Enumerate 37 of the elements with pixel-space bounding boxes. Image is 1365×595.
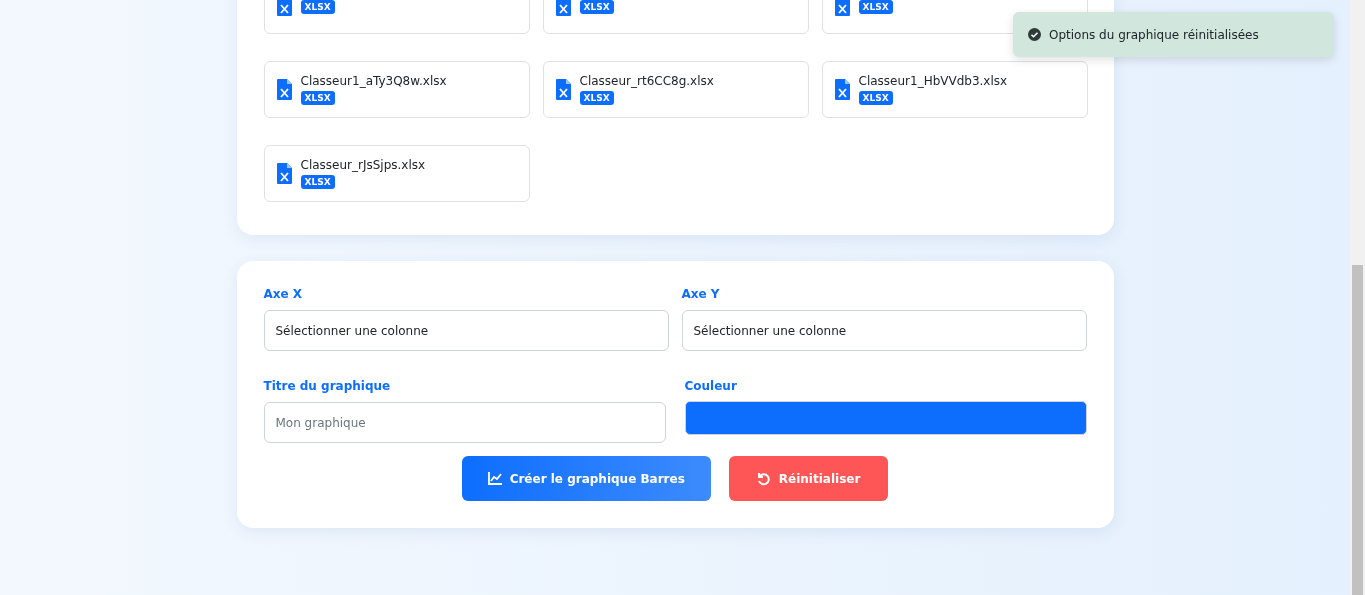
spreadsheet-file-icon (555, 79, 571, 100)
spreadsheet-file-icon (276, 79, 292, 100)
file-type-badge: XLSX (300, 0, 335, 14)
spreadsheet-file-icon (276, 163, 292, 184)
file-type-badge: XLSX (858, 0, 893, 14)
column-select[interactable]: Sélectionner une colonne (263, 310, 669, 351)
file-name: Classeur1_HbVVdb3.xlsx (858, 74, 1008, 88)
file-card[interactable]: Classeur1_HbVVdb3.xlsx XLSX (821, 61, 1088, 118)
line-chart-icon (487, 472, 502, 485)
spreadsheet-file-icon (834, 79, 850, 100)
file-type-badge: XLSX (300, 175, 335, 189)
field-label: Axe Y (681, 287, 721, 301)
color-picker[interactable] (684, 401, 1087, 435)
input-field[interactable]: Mon graphique (263, 402, 666, 443)
spreadsheet-file-icon (834, 0, 850, 16)
undo-icon (756, 471, 771, 486)
file-card[interactable]: Classeur1_aTy3Q8w.xlsx XLSX (263, 61, 530, 118)
file-card[interactable]: Classeur_rt6CC8g.xlsx XLSX (542, 61, 809, 118)
file-card[interactable]: XLSX (542, 0, 809, 34)
column-select[interactable]: Sélectionner une colonne (681, 310, 1087, 351)
field-label: Axe X (263, 287, 304, 301)
field-label: Couleur (684, 379, 738, 393)
spreadsheet-file-icon (276, 0, 292, 16)
file-type-badge: XLSX (579, 0, 614, 14)
file-name: Classeur1_aTy3Q8w.xlsx (300, 74, 447, 88)
scrollbar[interactable] (1350, 0, 1365, 595)
file-type-badge: XLSX (300, 91, 335, 105)
check-circle-icon (1028, 28, 1041, 41)
file-name: Classeur_rJsSjps.xlsx (300, 158, 426, 172)
file-type-badge: XLSX (858, 91, 893, 105)
file-card[interactable]: Classeur_rJsSjps.xlsx XLSX (263, 145, 530, 202)
file-name: Classeur_rt6CC8g.xlsx (579, 74, 714, 88)
file-type-badge: XLSX (579, 91, 614, 105)
field-label: Titre du graphique (263, 379, 392, 393)
create-chart-button[interactable]: Créer le graphique Barres (461, 456, 711, 501)
file-card[interactable]: XLSX (263, 0, 530, 34)
spreadsheet-file-icon (555, 0, 571, 16)
